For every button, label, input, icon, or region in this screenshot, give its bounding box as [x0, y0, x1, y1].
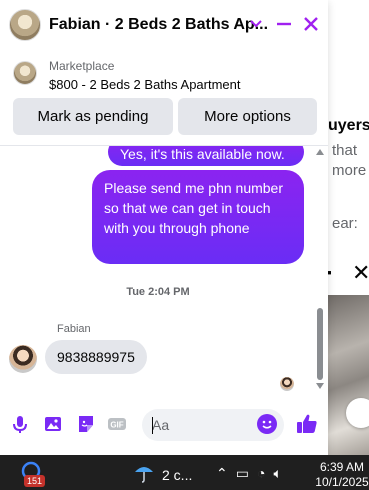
svg-text:GIF: GIF	[110, 421, 123, 430]
avatar[interactable]	[9, 345, 37, 373]
scroll-up-arrow[interactable]	[316, 149, 324, 155]
listing-category: Marketplace	[49, 59, 115, 73]
clock-date: 10/1/2025	[315, 475, 369, 489]
clock[interactable]: 6:39 AM 10/1/2025	[315, 460, 369, 490]
outgoing-message[interactable]: Yes, it's this available now.	[108, 146, 304, 166]
scroll-down-arrow[interactable]	[316, 383, 324, 389]
close-icon[interactable]: ✕	[352, 260, 369, 286]
gif-icon[interactable]: GIF	[106, 413, 128, 435]
taskbar: 151 2 c... ⌃ ▭ ◔ 🔈︎ 6:39 AM 10/1/2025	[0, 455, 369, 490]
minimize-icon[interactable]	[274, 14, 294, 34]
bg-text: that	[332, 142, 358, 159]
chevron-down-icon[interactable]	[249, 14, 263, 34]
outgoing-message[interactable]: Please send me phn number so that we can…	[92, 170, 304, 264]
listing-photo	[326, 295, 369, 455]
incoming-message[interactable]: 9838889975	[45, 340, 147, 374]
more-options-button[interactable]: More options	[178, 98, 317, 135]
clock-time: 6:39 AM	[319, 460, 365, 474]
bg-text: more	[332, 162, 367, 179]
image-icon[interactable]	[42, 413, 64, 435]
composer: GIF	[0, 398, 328, 455]
chat-title[interactable]: Fabian · 2 Beds 2 Baths Ap...	[49, 16, 268, 34]
mark-pending-button[interactable]: Mark as pending	[13, 98, 173, 135]
mic-icon[interactable]	[9, 413, 31, 435]
text-caret	[152, 417, 153, 434]
listing-banner: Marketplace $800 - 2 Beds 2 Baths Apartm…	[0, 50, 328, 146]
volume-icon[interactable]: 🔈︎	[273, 465, 281, 482]
sender-name: Fabian	[57, 323, 91, 335]
background-page: uyers that more ear: ⋅ ✕	[326, 0, 369, 455]
chat-header: Fabian · 2 Beds 2 Baths Ap...	[0, 0, 328, 50]
wifi-icon[interactable]: ◔	[257, 465, 265, 482]
photo-action-button[interactable]	[346, 398, 369, 428]
avatar[interactable]	[9, 9, 41, 41]
chat-window: Fabian · 2 Beds 2 Baths Ap... Marketplac…	[0, 0, 328, 455]
system-tray: ⌃ ▭ ◔ 🔈︎	[216, 465, 282, 482]
timestamp: Tue 2:04 PM	[126, 286, 190, 298]
listing-name[interactable]: $800 - 2 Beds 2 Baths Apartment	[49, 77, 241, 92]
notification-badge: 151	[24, 475, 46, 487]
listing-thumbnail[interactable]	[13, 61, 37, 85]
bg-text: ear:	[332, 215, 358, 232]
scrollbar[interactable]	[314, 146, 326, 392]
scroll-thumb[interactable]	[317, 308, 323, 380]
message-list: Yes, it's this available now. Please sen…	[0, 146, 328, 398]
weather-icon[interactable]	[133, 463, 155, 483]
read-receipt-avatar	[280, 377, 294, 391]
weather-text[interactable]: 2 c...	[162, 467, 192, 483]
bg-title: uyers	[328, 117, 369, 134]
emoji-icon[interactable]	[257, 414, 277, 434]
chevron-up-icon[interactable]: ⌃	[216, 465, 228, 482]
sticker-icon[interactable]	[75, 413, 97, 435]
close-icon[interactable]	[301, 14, 321, 34]
thumbs-up-icon[interactable]	[295, 412, 319, 436]
device-icon[interactable]: ▭	[236, 465, 249, 482]
